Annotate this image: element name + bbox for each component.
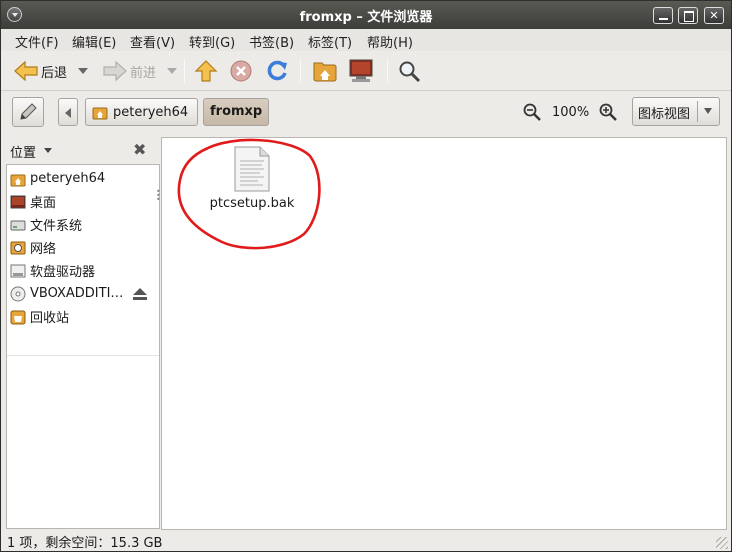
zoom-out-icon: [523, 103, 541, 121]
menu-bar: 文件(F) 编辑(E) 查看(V) 转到(G) 书签(B) 标签(T) 帮助(H…: [1, 29, 731, 51]
sidebar-resize-grip[interactable]: • • •: [156, 188, 161, 204]
status-text: 1 项，剩余空间：15.3 GB: [7, 536, 163, 551]
sidebar-item-filesystem[interactable]: 文件系统: [7, 213, 159, 236]
toolbar: 后退 前进: [1, 51, 731, 91]
chevron-down-icon: [704, 108, 712, 114]
location-bar: peteryeh64 fromxp 100% 图标视图: [1, 92, 731, 134]
sidebar-item-label: 软盘驱动器: [30, 265, 96, 280]
up-button[interactable]: [194, 57, 218, 85]
resize-grip-icon[interactable]: [716, 537, 728, 549]
sidebar-item-label: peteryeh64: [30, 171, 106, 186]
toggle-location-entry-button[interactable]: [12, 97, 44, 127]
search-button[interactable]: [397, 57, 421, 85]
menu-view[interactable]: 查看(V): [130, 32, 175, 51]
breadcrumb-peteryeh64[interactable]: peteryeh64: [85, 98, 198, 126]
zoom-level[interactable]: 100%: [552, 105, 589, 120]
sidebar-title[interactable]: 位置: [10, 142, 36, 161]
back-label: 后退: [41, 65, 68, 81]
filesystem-icon: [10, 220, 26, 230]
back-history-dropdown[interactable]: [78, 68, 88, 74]
sidebar-item-label: 文件系统: [30, 219, 83, 234]
sidebar: 位置 ✖ peteryeh64 桌面 文件系统 网络 软盘驱动器 VBOXADD…: [6, 137, 160, 530]
file-browser-window: fromxp – 文件浏览器 ✕ 文件(F) 编辑(E) 查看(V) 转到(G)…: [0, 0, 732, 552]
sidebar-header: 位置 ✖: [6, 137, 156, 163]
breadcrumb-scroll-left[interactable]: [58, 98, 78, 126]
forward-button[interactable]: 前进: [102, 57, 156, 85]
floppy-icon: [10, 264, 26, 277]
breadcrumb-fromxp[interactable]: fromxp: [203, 98, 269, 126]
sidebar-item-label: 桌面: [30, 196, 57, 211]
stop-button[interactable]: [229, 57, 253, 85]
computer-button[interactable]: [347, 57, 375, 85]
places-list: peteryeh64 桌面 文件系统 网络 软盘驱动器 VBOXADDITI… …: [6, 164, 160, 529]
chevron-left-icon: [65, 108, 71, 118]
network-icon: [10, 241, 26, 254]
home-folder-icon: [313, 62, 337, 82]
sidebar-item-label: 网络: [30, 242, 57, 257]
sidebar-item-floppy[interactable]: 软盘驱动器: [7, 259, 159, 282]
sidebar-item-network[interactable]: 网络: [7, 236, 159, 259]
red-annotation-circle: [177, 138, 321, 250]
maximize-button[interactable]: [678, 7, 698, 24]
zoom-in-icon: [599, 103, 617, 121]
menu-file[interactable]: 文件(F): [15, 32, 59, 51]
sidebar-item-desktop[interactable]: 桌面: [7, 190, 159, 213]
view-mode-label: 图标视图: [638, 107, 691, 122]
title-bar[interactable]: fromxp – 文件浏览器 ✕: [1, 1, 731, 29]
breadcrumb-label: peteryeh64: [113, 104, 189, 120]
chevron-down-icon[interactable]: [44, 148, 52, 153]
sidebar-item-label: VBOXADDITI…: [30, 286, 124, 301]
desktop-icon: [10, 195, 26, 208]
close-button[interactable]: ✕: [704, 7, 724, 24]
home-button[interactable]: [312, 57, 338, 85]
minimize-button[interactable]: [653, 7, 673, 24]
back-arrow-icon: [14, 60, 38, 82]
zoom-out-button[interactable]: [522, 102, 542, 126]
trash-icon: [10, 310, 26, 324]
sidebar-item-trash[interactable]: 回收站: [7, 305, 159, 328]
home-folder-icon: [10, 174, 26, 186]
toolbar-separator: [184, 59, 185, 83]
view-mode-select[interactable]: 图标视图: [632, 97, 720, 126]
zoom-in-button[interactable]: [598, 102, 618, 126]
reload-icon: [267, 60, 287, 81]
places-divider: [7, 355, 159, 356]
back-button[interactable]: 后退: [13, 57, 67, 85]
sidebar-item-home[interactable]: peteryeh64: [7, 167, 159, 190]
status-bar: 1 项，剩余空间：15.3 GB: [1, 530, 731, 551]
cdrom-icon: [10, 286, 26, 301]
menu-go[interactable]: 转到(G): [189, 32, 235, 51]
toolbar-separator: [387, 59, 388, 83]
menu-bookmarks[interactable]: 书签(B): [249, 32, 294, 51]
menu-edit[interactable]: 编辑(E): [72, 32, 116, 51]
forward-label: 前进: [130, 65, 157, 81]
breadcrumb-label: fromxp: [210, 104, 263, 119]
forward-arrow-icon: [103, 60, 127, 82]
stop-icon: [230, 60, 252, 82]
computer-icon: [349, 59, 373, 82]
reload-button[interactable]: [264, 57, 290, 85]
toolbar-separator: [300, 59, 301, 83]
select-divider: [697, 101, 698, 122]
icon-view[interactable]: ptcsetup.bak: [161, 137, 727, 530]
sidebar-item-cdrom[interactable]: VBOXADDITI…: [7, 282, 159, 305]
home-folder-icon: [92, 107, 108, 120]
pencil-icon: [20, 103, 37, 120]
forward-history-dropdown[interactable]: [167, 68, 177, 74]
menu-help[interactable]: 帮助(H): [367, 32, 413, 51]
close-icon[interactable]: ✖: [133, 140, 146, 159]
up-arrow-icon: [194, 60, 218, 82]
search-icon: [399, 61, 421, 83]
menu-tabs[interactable]: 标签(T): [308, 32, 352, 51]
window-title: fromxp – 文件浏览器: [299, 10, 433, 25]
eject-icon[interactable]: [132, 287, 148, 301]
sidebar-item-label: 回收站: [30, 311, 70, 326]
